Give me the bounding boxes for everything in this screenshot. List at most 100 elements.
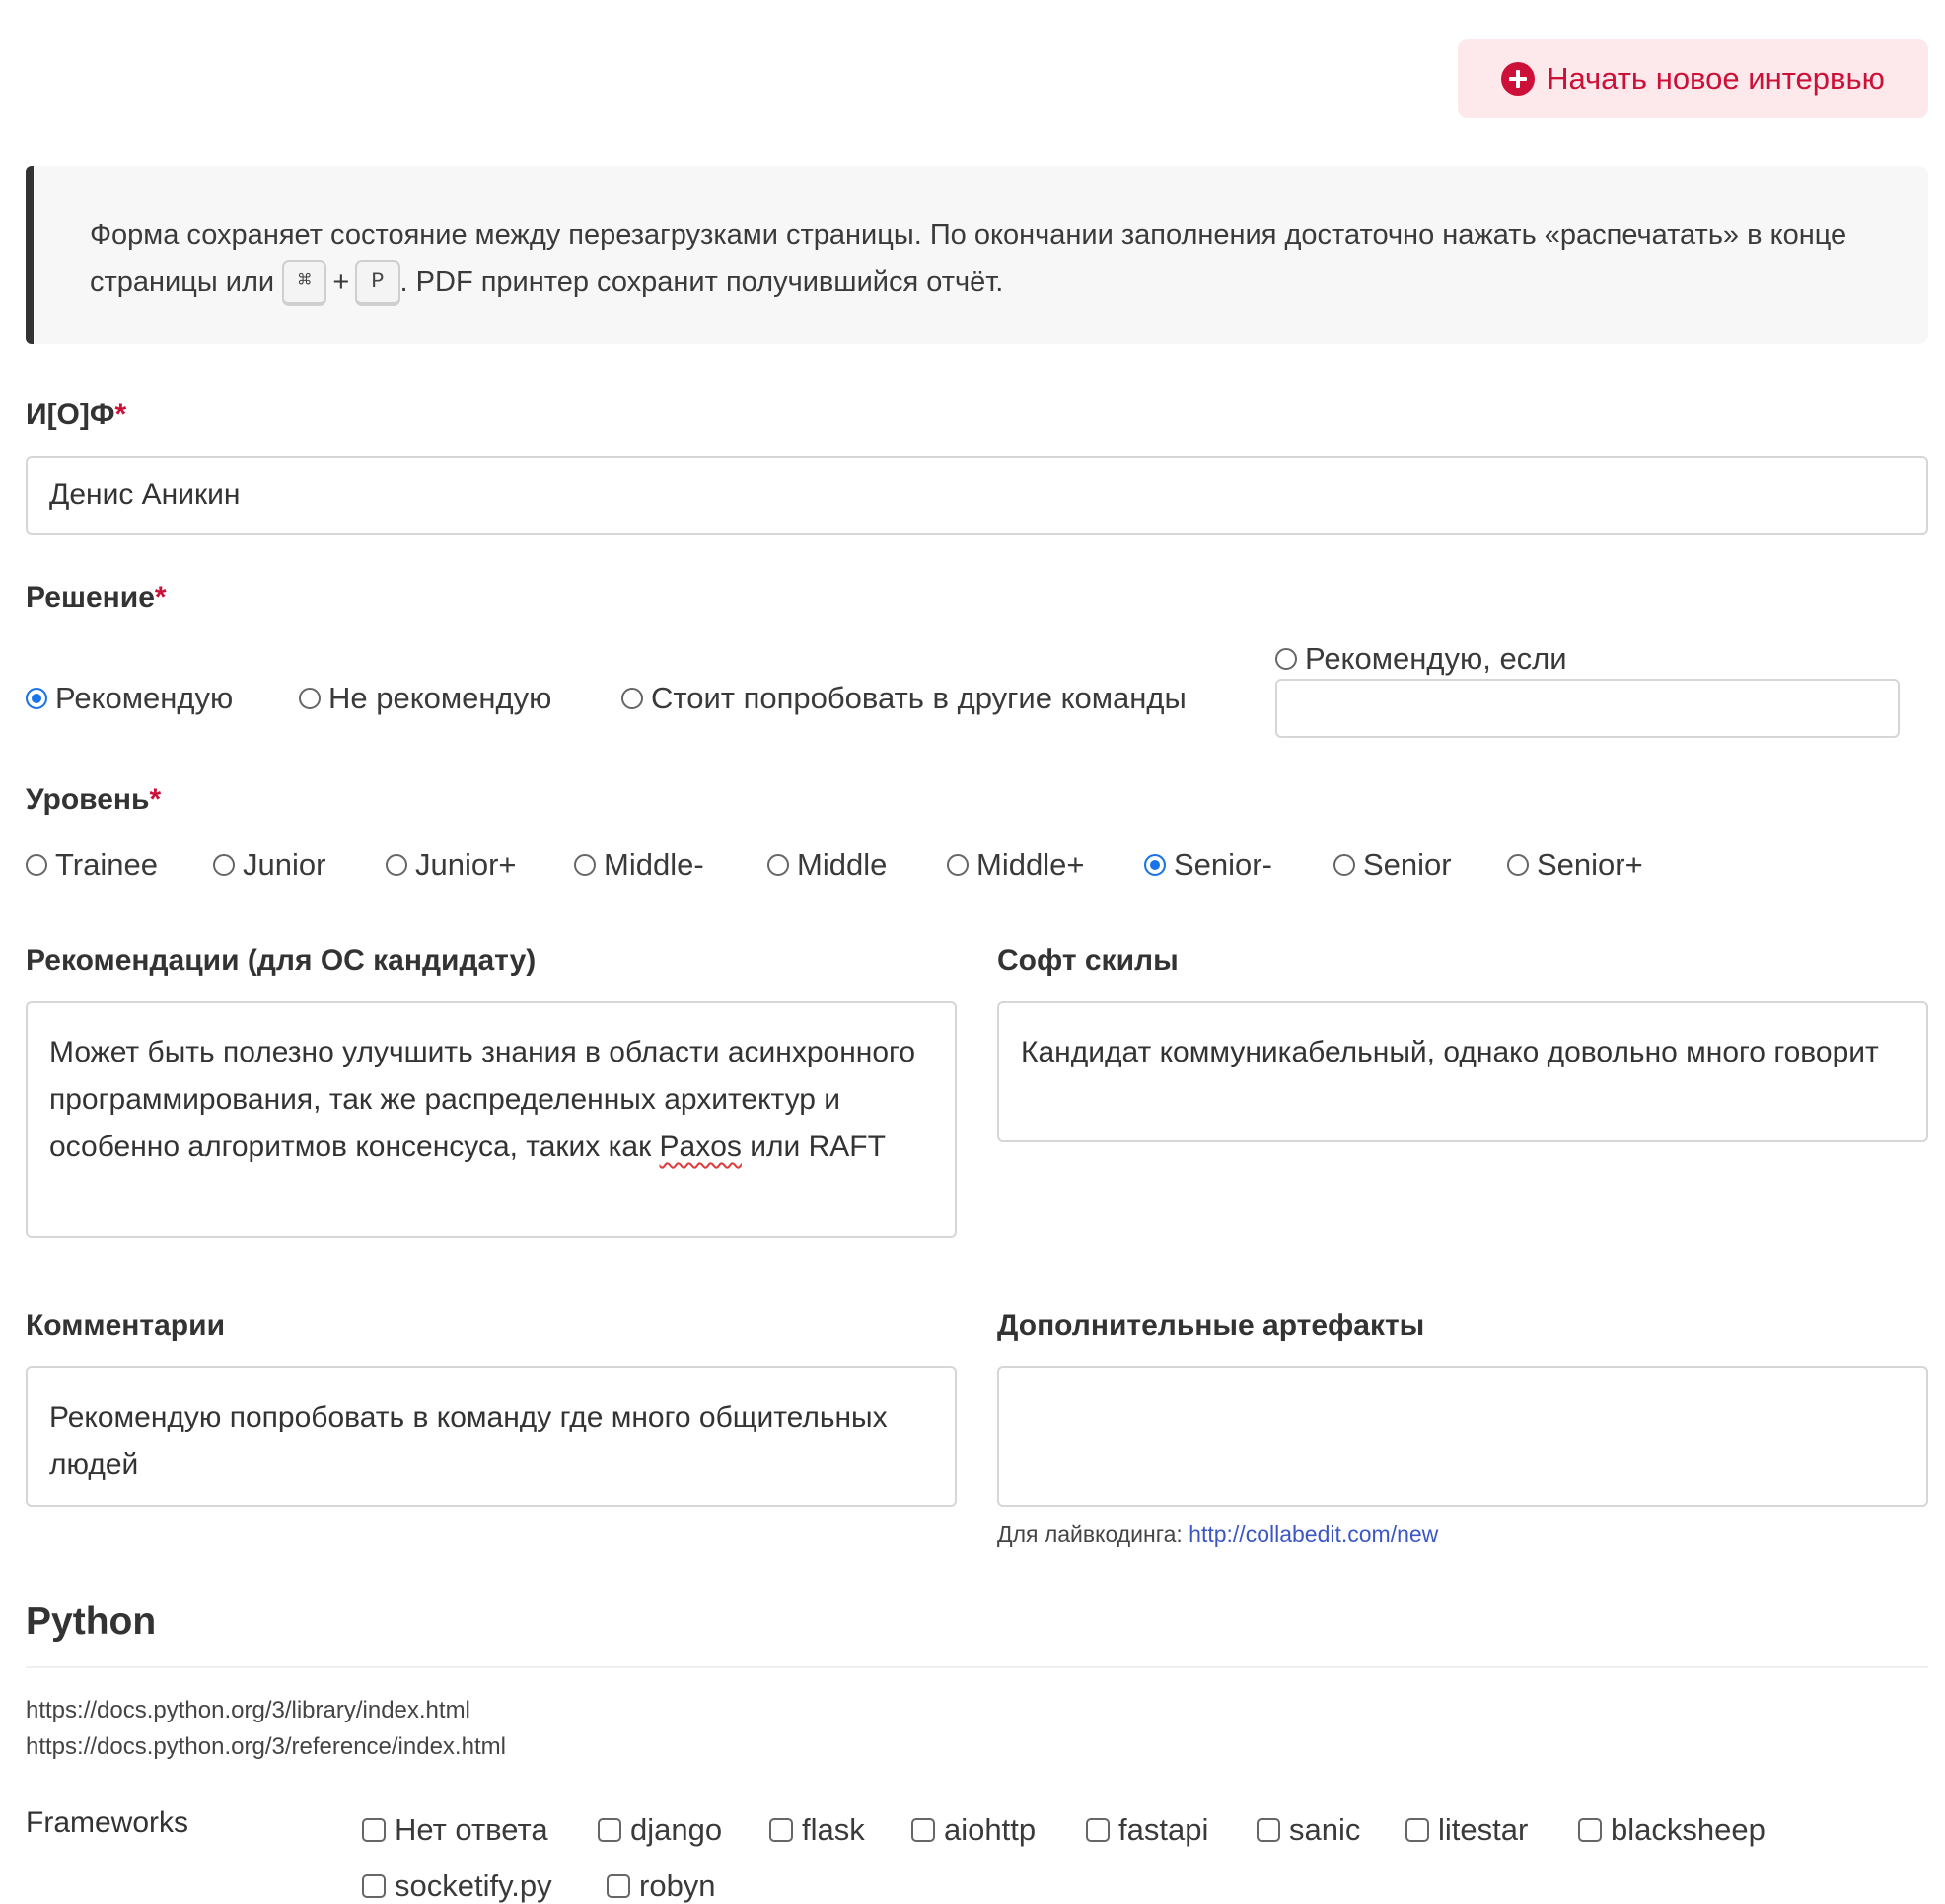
plus-sign: + bbox=[332, 266, 350, 298]
radio-empty-icon bbox=[1275, 648, 1297, 670]
checkbox-label: robyn bbox=[639, 1868, 716, 1903]
radio-empty-icon bbox=[574, 854, 596, 876]
radio-empty-icon bbox=[1507, 854, 1529, 876]
decision-radio-other-teams[interactable]: Стоит попробовать в другие команды bbox=[621, 681, 1187, 716]
checkbox-icon bbox=[1405, 1818, 1429, 1842]
required-mark: * bbox=[154, 581, 167, 614]
checkbox-icon bbox=[362, 1874, 386, 1898]
python-section-title: Python bbox=[26, 1600, 157, 1643]
note-text-after: . PDF принтер сохранит получившийся отчё… bbox=[399, 266, 1004, 298]
checkbox-icon bbox=[1578, 1818, 1602, 1842]
radio-label: Рекомендую bbox=[55, 681, 234, 715]
level-radio-junior-plus[interactable]: Junior+ bbox=[386, 847, 517, 883]
checkbox-label: fastapi bbox=[1118, 1812, 1209, 1847]
level-radio-junior[interactable]: Junior bbox=[213, 847, 325, 883]
level-radio-middle[interactable]: Middle bbox=[767, 847, 887, 883]
radio-label: Trainee bbox=[55, 847, 158, 882]
recommendations-label: Рекомендации (для ОС кандидату) bbox=[26, 944, 537, 977]
python-doc-link[interactable]: https://docs.python.org/3/reference/inde… bbox=[26, 1728, 506, 1765]
radio-selected-icon bbox=[26, 688, 47, 709]
decision-label-text: Решение bbox=[26, 581, 155, 614]
radio-label: Senior+ bbox=[1537, 847, 1643, 882]
level-radio-senior-plus[interactable]: Senior+ bbox=[1507, 847, 1643, 883]
framework-checkbox-fastapi[interactable]: fastapi bbox=[1086, 1812, 1208, 1848]
level-radio-senior-minus[interactable]: Senior- bbox=[1144, 847, 1272, 883]
decision-radio-recommend[interactable]: Рекомендую bbox=[26, 681, 233, 716]
framework-checkbox-aiohttp[interactable]: aiohttp bbox=[911, 1812, 1036, 1848]
checkbox-icon bbox=[1086, 1818, 1110, 1842]
name-label-text: И[О]Ф bbox=[26, 399, 115, 431]
checkbox-label: sanic bbox=[1289, 1812, 1361, 1847]
new-interview-label: Начать новое интервью bbox=[1547, 61, 1885, 96]
comments-label: Комментарии bbox=[26, 1309, 226, 1342]
checkbox-label: flask bbox=[802, 1812, 865, 1847]
framework-checkbox-sanic[interactable]: sanic bbox=[1257, 1812, 1360, 1848]
name-label: И[О]Ф* bbox=[26, 399, 126, 432]
level-radio-middle-minus[interactable]: Middle- bbox=[574, 847, 704, 883]
misspelled-word: Paxos bbox=[659, 1131, 742, 1163]
radio-empty-icon bbox=[213, 854, 235, 876]
decision-label: Решение* bbox=[26, 581, 167, 615]
radio-label: Стоит попробовать в другие команды bbox=[651, 681, 1187, 715]
radio-empty-icon bbox=[621, 688, 643, 709]
decision-radio-not-recommend[interactable]: Не рекомендую bbox=[299, 681, 551, 716]
checkbox-label: Нет ответа bbox=[395, 1812, 548, 1847]
radio-label: Junior+ bbox=[415, 847, 517, 882]
checkbox-icon bbox=[769, 1818, 793, 1842]
level-radio-middle-plus[interactable]: Middle+ bbox=[947, 847, 1084, 883]
artifacts-label: Дополнительные артефакты bbox=[997, 1309, 1425, 1342]
python-doc-link[interactable]: https://docs.python.org/3/library/index.… bbox=[26, 1692, 506, 1728]
framework-checkbox-robyn[interactable]: robyn bbox=[607, 1868, 716, 1904]
radio-label: Рекомендую, если bbox=[1305, 641, 1567, 676]
python-doc-links: https://docs.python.org/3/library/index.… bbox=[26, 1692, 506, 1765]
new-interview-button[interactable]: Начать новое интервью bbox=[1458, 39, 1928, 118]
required-mark: * bbox=[114, 399, 127, 431]
framework-checkbox-blacksheep[interactable]: blacksheep bbox=[1578, 1812, 1765, 1848]
radio-label: Senior bbox=[1363, 847, 1452, 882]
level-radio-senior[interactable]: Senior bbox=[1333, 847, 1452, 883]
radio-label: Middle bbox=[797, 847, 888, 882]
artifacts-textarea[interactable] bbox=[997, 1366, 1928, 1507]
checkbox-label: aiohttp bbox=[944, 1812, 1037, 1847]
radio-selected-icon bbox=[1144, 854, 1166, 876]
decision-radio-recommend-if[interactable]: Рекомендую, если bbox=[1275, 641, 1567, 677]
info-note: Форма сохраняет состояние между перезагр… bbox=[26, 166, 1928, 344]
recommendations-textarea[interactable]: Может быть полезно улучшить знания в обл… bbox=[26, 1001, 957, 1238]
checkbox-icon bbox=[1257, 1818, 1280, 1842]
checkbox-icon bbox=[911, 1818, 935, 1842]
framework-checkbox-litestar[interactable]: litestar bbox=[1405, 1812, 1528, 1848]
radio-label: Middle+ bbox=[976, 847, 1085, 882]
checkbox-icon bbox=[362, 1818, 386, 1842]
frameworks-label: Frameworks bbox=[26, 1806, 189, 1839]
cmd-key: ⌘ bbox=[282, 260, 327, 307]
soft-skills-textarea[interactable]: Кандидат коммуникабельный, однако доволь… bbox=[997, 1001, 1928, 1142]
recommend-if-condition-input[interactable] bbox=[1275, 679, 1900, 738]
framework-checkbox-no-answer[interactable]: Нет ответа bbox=[362, 1812, 548, 1848]
name-input[interactable]: Денис Аникин bbox=[26, 456, 1928, 535]
radio-label: Middle- bbox=[604, 847, 704, 882]
level-radio-trainee[interactable]: Trainee bbox=[26, 847, 158, 883]
radio-empty-icon bbox=[1333, 854, 1355, 876]
checkbox-label: socketify.py bbox=[395, 1868, 552, 1903]
required-mark: * bbox=[149, 783, 162, 816]
checkbox-icon bbox=[607, 1874, 630, 1898]
p-key: P bbox=[355, 260, 400, 307]
radio-empty-icon bbox=[299, 688, 321, 709]
radio-label: Senior- bbox=[1174, 847, 1272, 882]
radio-empty-icon bbox=[386, 854, 407, 876]
radio-empty-icon bbox=[26, 854, 47, 876]
checkbox-label: blacksheep bbox=[1611, 1812, 1765, 1847]
framework-checkbox-flask[interactable]: flask bbox=[769, 1812, 865, 1848]
checkbox-label: litestar bbox=[1438, 1812, 1529, 1847]
collabedit-link[interactable]: http://collabedit.com/new bbox=[1189, 1521, 1438, 1547]
radio-label: Junior bbox=[243, 847, 326, 882]
recommendations-text-end: или RAFT bbox=[741, 1131, 886, 1163]
radio-empty-icon bbox=[767, 854, 789, 876]
section-divider bbox=[26, 1666, 1928, 1668]
comments-textarea[interactable]: Рекомендую попробовать в команду где мно… bbox=[26, 1366, 957, 1507]
framework-checkbox-socketify[interactable]: socketify.py bbox=[362, 1868, 552, 1904]
checkbox-label: django bbox=[630, 1812, 723, 1847]
framework-checkbox-django[interactable]: django bbox=[598, 1812, 722, 1848]
plus-circle-icon bbox=[1501, 62, 1536, 96]
livecoding-hint-label: Для лайвкодинга: bbox=[997, 1521, 1183, 1547]
